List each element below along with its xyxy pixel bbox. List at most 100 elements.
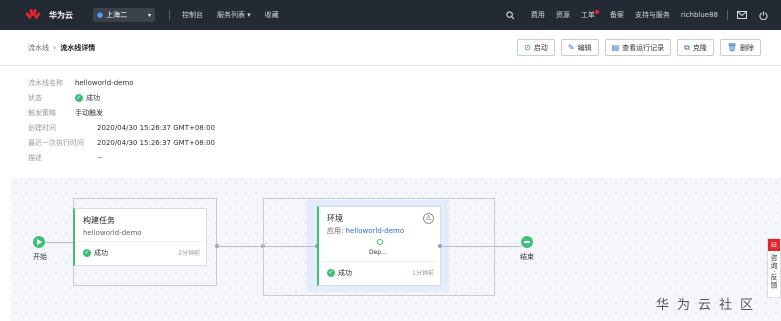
status-value: ✓ 成功	[75, 93, 100, 103]
info-row-created: 创建时间 2020/04/30 15:26:37 GMT+08:00	[28, 122, 215, 134]
location-pin-icon: ●	[97, 11, 104, 19]
build-task-name: helloworld-demo	[83, 229, 142, 237]
info-row-trigger: 触发策略 手动触发	[28, 107, 215, 119]
divider	[323, 261, 436, 262]
top-right-nav: 费用 资源 工单 备案 支持与服务 richblue88	[506, 0, 781, 30]
brand-name: 华为云	[49, 10, 73, 20]
user-icon[interactable]: ♙	[423, 213, 434, 224]
build-task-status: ✓ 成功	[83, 248, 108, 258]
pipeline-canvas: 开始 构建任务 helloworld-demo ✓ 成功 2分钟前 环境 ♙ 应用…	[11, 178, 781, 321]
pipeline-info: 流水线名称 helloworld-demo 状态 ✓ 成功 触发策略 手动触发 创…	[28, 77, 215, 167]
notification-dot	[594, 10, 599, 14]
edit-button[interactable]: ✎ 编辑	[560, 39, 599, 56]
delete-button[interactable]: 🗑 删除	[719, 39, 761, 56]
watermark: 华为云社区	[655, 298, 761, 313]
start-label: 开始	[33, 253, 47, 261]
list-icon: ▤	[611, 43, 620, 52]
feedback-tab[interactable]: ⊟ 咨询·反馈	[767, 238, 781, 298]
page-title: 流水线详情	[60, 43, 96, 52]
breadcrumb-separator: ›	[53, 43, 57, 52]
divider	[79, 241, 202, 242]
clone-button[interactable]: ⧉ 克隆	[677, 39, 714, 56]
nav-billing[interactable]: 费用	[531, 10, 545, 20]
deploy-status-icon	[377, 239, 383, 245]
info-key: 状态	[28, 94, 42, 102]
environment-status-text: 成功	[338, 269, 352, 277]
pencil-icon: ✎	[567, 43, 575, 52]
end-label: 结束	[520, 253, 534, 261]
environment-title: 环境	[327, 214, 343, 223]
huawei-logo-icon	[25, 8, 41, 21]
feedback-icon: ⊟	[768, 239, 780, 251]
clone-icon: ⧉	[684, 42, 690, 52]
divider	[169, 10, 170, 20]
end-node-icon[interactable]	[521, 236, 533, 248]
view-run-records-button[interactable]: ▤ 查看运行记录	[604, 39, 672, 56]
info-row-last-run: 最近一次执行时间 2020/04/30 15:26:37 GMT+08:00	[28, 137, 215, 149]
info-key: 触发策略	[28, 109, 56, 117]
chevron-down-icon: ▾	[147, 11, 151, 19]
header-bar: 流水线 › 流水线详情 ⊙ 启动 ✎ 编辑 ▤ 查看运行记录 ⧉ 克隆 🗑 删除	[0, 30, 781, 66]
brand-logo[interactable]: 华为云	[25, 8, 73, 21]
power-icon[interactable]	[759, 10, 768, 20]
edit-label: 编辑	[577, 43, 592, 52]
view-run-records-label: 查看运行记录	[622, 43, 665, 52]
nav-filing[interactable]: 备案	[610, 10, 624, 20]
description-value: --	[97, 154, 103, 162]
app-label: 应用:	[327, 227, 344, 235]
region-selector[interactable]: ● 上海二 ▾	[93, 8, 155, 22]
region-label: 上海二	[106, 11, 128, 19]
environment-card[interactable]: 环境 ♙ 应用: helloworld-demo Dep... ✓ 成功 1分钟前	[317, 206, 441, 286]
nav-tickets[interactable]: 工单	[581, 10, 599, 20]
clone-label: 克隆	[692, 43, 707, 52]
start-button[interactable]: ⊙ 启动	[517, 39, 555, 56]
user-name[interactable]: richblue88	[681, 11, 718, 19]
action-toolbar: ⊙ 启动 ✎ 编辑 ▤ 查看运行记录 ⧉ 克隆 🗑 删除	[517, 39, 761, 56]
breadcrumb-parent[interactable]: 流水线	[28, 44, 49, 52]
build-status-text: 成功	[94, 249, 108, 257]
mail-icon[interactable]	[737, 11, 747, 19]
nav-resources[interactable]: 资源	[556, 10, 570, 20]
environment-app: 应用: helloworld-demo	[327, 226, 404, 236]
info-row-name: 流水线名称 helloworld-demo	[28, 77, 215, 89]
info-key: 创建时间	[28, 124, 56, 132]
play-icon: ⊙	[524, 43, 531, 52]
check-circle-icon: ✓	[327, 269, 335, 277]
start-node-icon[interactable]	[33, 236, 45, 248]
environment-status: ✓ 成功	[327, 268, 352, 278]
delete-label: 删除	[740, 43, 754, 52]
info-row-desc: 描述 --	[28, 152, 215, 164]
build-task-title: 构建任务	[83, 216, 115, 225]
last-run-time: 2020/04/30 15:26:37 GMT+08:00	[97, 139, 216, 147]
check-circle-icon: ✓	[75, 94, 83, 102]
connector-line	[217, 246, 263, 247]
nav-console[interactable]: 控制台	[182, 10, 203, 20]
pipeline-name: helloworld-demo	[75, 79, 134, 87]
connector-line	[441, 246, 521, 247]
trigger-value: 手动触发	[75, 109, 103, 117]
app-link[interactable]: helloworld-demo	[346, 227, 405, 235]
info-row-status: 状态 ✓ 成功	[28, 92, 215, 104]
top-nav: 控制台 服务列表 ▾ 收藏	[182, 10, 279, 20]
build-task-card[interactable]: 构建任务 helloworld-demo ✓ 成功 2分钟前	[73, 208, 207, 266]
top-navbar: 华为云 ● 上海二 ▾ 控制台 服务列表 ▾ 收藏 费用 资源 工单 备案 支持…	[0, 0, 781, 30]
check-circle-icon: ✓	[83, 249, 91, 257]
nav-favorites[interactable]: 收藏	[265, 10, 279, 20]
status-text: 成功	[86, 94, 100, 102]
breadcrumb: 流水线 › 流水线详情	[28, 43, 95, 53]
search-icon[interactable]	[506, 10, 515, 20]
created-time: 2020/04/30 15:26:37 GMT+08:00	[97, 124, 216, 132]
feedback-label: 咨询·反馈	[770, 254, 778, 290]
build-task-time: 2分钟前	[178, 250, 200, 257]
nav-support[interactable]: 支持与服务	[635, 10, 670, 20]
info-key: 流水线名称	[28, 79, 63, 87]
divider	[727, 10, 728, 20]
nav-service-list[interactable]: 服务列表 ▾	[217, 10, 251, 20]
info-key: 最近一次执行时间	[28, 139, 84, 147]
tickets-label: 工单	[580, 11, 595, 19]
trash-icon: 🗑	[726, 43, 737, 52]
environment-time: 1分钟前	[412, 270, 434, 277]
connector-line	[263, 246, 317, 247]
info-key: 描述	[28, 154, 42, 162]
deploy-job-name[interactable]: Dep...	[369, 249, 387, 256]
